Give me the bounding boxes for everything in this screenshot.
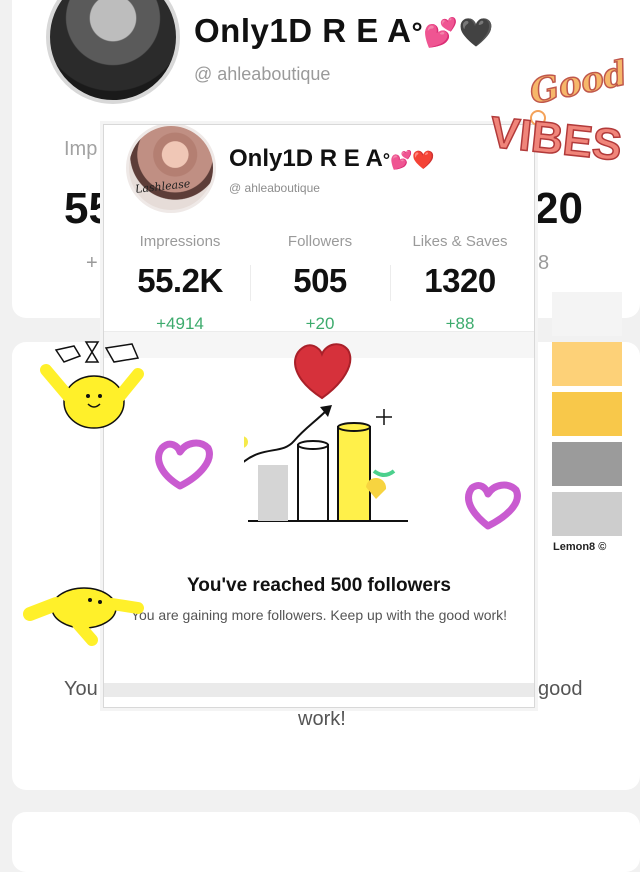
avatar[interactable]: Lashlease bbox=[126, 125, 216, 213]
illustration-bar-top bbox=[337, 422, 371, 432]
milestone-subtext: You are gaining more followers. Keep up … bbox=[130, 607, 508, 623]
lemon8-watermark: Lemon8 © bbox=[553, 541, 607, 553]
profile-name: Only1D R E A°💕❤️ bbox=[229, 145, 435, 172]
background-impressions-label: Imp bbox=[64, 138, 98, 160]
stat-label: Impressions bbox=[139, 233, 221, 250]
sticker-vibes-text: VIBES bbox=[490, 108, 624, 168]
stat-followers: Followers 505 +20 bbox=[250, 233, 390, 334]
background-likes-delta: 8 bbox=[538, 252, 550, 274]
palette-swatch bbox=[552, 492, 622, 536]
stat-value: 505 bbox=[293, 262, 347, 299]
palette-swatch bbox=[552, 392, 622, 436]
profile-handle: @ ahleaboutique bbox=[229, 181, 320, 195]
stat-label: Followers bbox=[287, 233, 353, 250]
stat-value: 1320 bbox=[424, 262, 496, 299]
growth-chart-illustration bbox=[244, 405, 408, 522]
milestone-card: Lashlease Only1D R E A°💕❤️ @ ahleaboutiq… bbox=[103, 124, 535, 708]
illustration-dot bbox=[244, 436, 248, 448]
background-subtext-right: good bbox=[538, 678, 583, 700]
illustration-green-mark bbox=[372, 469, 396, 477]
palette-swatch bbox=[552, 292, 622, 336]
background-next-card bbox=[12, 812, 640, 872]
mascot-lying-icon bbox=[23, 587, 144, 646]
heart-pink-icon bbox=[465, 481, 521, 530]
background-likes-value: 20 bbox=[534, 184, 583, 233]
palette-swatch bbox=[552, 442, 622, 486]
stat-label: Likes & Saves bbox=[412, 233, 508, 250]
background-impressions-delta: + bbox=[86, 252, 98, 274]
heart-pink-icon bbox=[155, 439, 213, 490]
mascot-cheering-icon bbox=[40, 341, 144, 429]
illustration-bar-gray bbox=[258, 465, 288, 521]
avatar-signature: Lashlease bbox=[134, 177, 191, 196]
heart-red-icon bbox=[294, 343, 352, 400]
illustration-bar-top bbox=[297, 440, 329, 450]
background-profile-name: Only1D R E A°💕🖤 bbox=[194, 12, 494, 49]
milestone-heading: You've reached 500 followers bbox=[187, 575, 451, 596]
good-vibes-sticker: Good VIBES bbox=[490, 58, 632, 168]
palette-swatch bbox=[552, 342, 622, 386]
sticker-good-text: Good bbox=[526, 58, 631, 113]
illustration-sparkle bbox=[376, 409, 392, 425]
background-subtext-left: You bbox=[64, 678, 98, 700]
background-subtext-work: work! bbox=[298, 708, 346, 730]
background-handle: @ ahleaboutique bbox=[194, 64, 331, 84]
card-bottom-bar bbox=[104, 683, 534, 697]
stat-impressions: Impressions 55.2K +4914 bbox=[110, 233, 250, 334]
stat-value: 55.2K bbox=[137, 262, 223, 299]
illustration-bar-white bbox=[297, 444, 329, 522]
illustration-bar-yellow bbox=[337, 426, 371, 522]
stat-likes-saves: Likes & Saves 1320 +88 bbox=[390, 233, 530, 334]
